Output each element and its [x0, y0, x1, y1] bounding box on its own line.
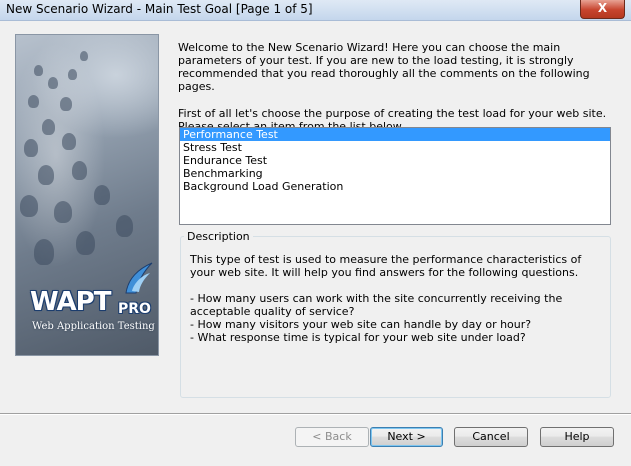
- cancel-button[interactable]: Cancel: [454, 427, 528, 447]
- intro-paragraph-welcome: Welcome to the New Scenario Wizard! Here…: [178, 41, 590, 93]
- close-icon[interactable]: X: [598, 1, 607, 15]
- list-item-benchmarking[interactable]: Benchmarking: [180, 167, 610, 180]
- description-questions: - How many users can work with the site …: [190, 292, 602, 344]
- close-button[interactable]: X: [580, 0, 625, 19]
- logo-wordmark: WAPT: [30, 287, 111, 317]
- window-title: New Scenario Wizard - Main Test Goal [Pa…: [6, 2, 313, 16]
- wizard-banner-image: WAPT PRO Web Application Testing: [15, 34, 159, 356]
- footer-separator: [0, 413, 631, 415]
- list-item-stress-test[interactable]: Stress Test: [180, 141, 610, 154]
- question-concurrent-users: - How many users can work with the site …: [190, 292, 563, 318]
- description-legend: Description: [184, 230, 253, 243]
- title-bar: New Scenario Wizard - Main Test Goal [Pa…: [0, 0, 631, 21]
- intro-text: Welcome to the New Scenario Wizard! Here…: [178, 41, 610, 133]
- next-button[interactable]: Next >: [370, 427, 443, 447]
- description-text: This type of test is used to measure the…: [190, 253, 602, 344]
- list-item-endurance-test[interactable]: Endurance Test: [180, 154, 610, 167]
- question-visitors-per-day: - How many visitors your web site can ha…: [190, 318, 532, 331]
- back-button[interactable]: < Back: [295, 427, 369, 447]
- question-response-time: - What response time is typical for your…: [190, 331, 526, 344]
- logo-tagline: Web Application Testing: [32, 321, 155, 332]
- list-item-background-load-generation[interactable]: Background Load Generation: [180, 180, 610, 193]
- list-item-performance-test[interactable]: Performance Test: [180, 128, 610, 141]
- swoosh-icon: [125, 262, 153, 294]
- help-button[interactable]: Help: [540, 427, 614, 447]
- logo-edition: PRO: [118, 301, 151, 317]
- description-paragraph: This type of test is used to measure the…: [190, 253, 582, 279]
- test-type-listbox[interactable]: Performance Test Stress Test Endurance T…: [179, 127, 611, 225]
- wapt-pro-logo: WAPT PRO Web Application Testing: [30, 262, 158, 351]
